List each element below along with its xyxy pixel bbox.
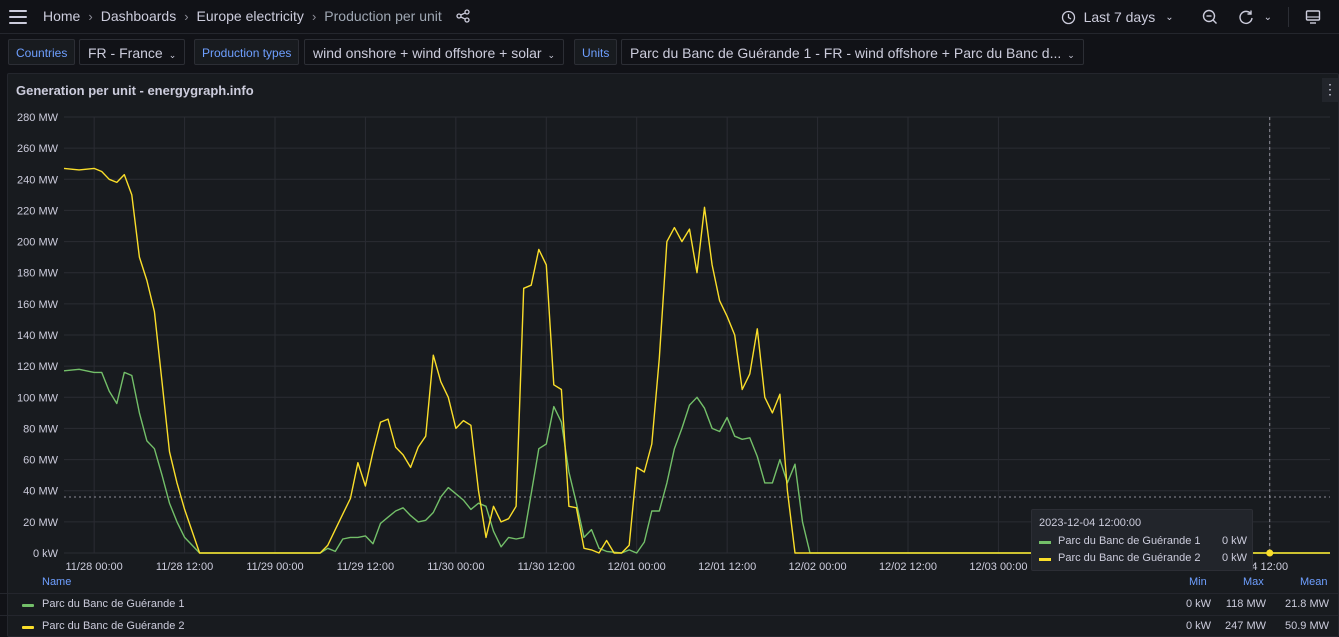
y-tick-label: 200 MW (17, 237, 59, 249)
legend-swatch (22, 604, 34, 607)
legend-name-header[interactable]: Name (42, 576, 71, 588)
legend-series-name[interactable]: Parc du Banc de Guérande 2 (42, 620, 184, 632)
hover-point (1266, 549, 1274, 557)
legend-min-value: 0 kW (1185, 598, 1211, 610)
y-tick-label: 260 MW (17, 143, 59, 155)
legend-mean-header[interactable]: Mean (1300, 576, 1328, 588)
legend-min-header[interactable]: Min (1189, 576, 1207, 588)
legend-max-value: 247 MW (1225, 620, 1266, 632)
legend-header: Name Min Max Mean (0, 570, 1339, 590)
tooltip-series-name: Parc du Banc de Guérande 1 (1058, 535, 1201, 547)
y-tick-label: 20 MW (23, 517, 58, 529)
y-tick-label: 120 MW (17, 361, 59, 373)
legend-row[interactable]: Parc du Banc de Guérande 2 0 kW 247 MW 5… (0, 615, 1339, 637)
legend-max-header[interactable]: Max (1243, 576, 1264, 588)
tooltip-series-name: Parc du Banc de Guérande 2 (1058, 552, 1201, 564)
y-tick-label: 160 MW (17, 299, 59, 311)
tooltip-series-value: 0 kW (1221, 535, 1247, 547)
y-tick-label: 80 MW (23, 423, 58, 435)
tooltip-row: Parc du Banc de Guérande 2 0 kW (1039, 552, 1247, 566)
y-tick-label: 140 MW (17, 330, 59, 342)
legend-row[interactable]: Parc du Banc de Guérande 1 0 kW 118 MW 2… (0, 593, 1339, 615)
tooltip-row: Parc du Banc de Guérande 1 0 kW (1039, 535, 1247, 549)
legend-series-name[interactable]: Parc du Banc de Guérande 1 (42, 598, 184, 610)
legend-mean-value: 50.9 MW (1284, 620, 1329, 632)
tooltip-swatch (1039, 541, 1051, 544)
legend-min-value: 0 kW (1185, 620, 1211, 632)
y-tick-label: 0 kW (33, 548, 59, 560)
tooltip-time: 2023-12-04 12:00:00 (1039, 517, 1142, 529)
tooltip-series-value: 0 kW (1221, 552, 1247, 564)
legend-max-value: 118 MW (1225, 598, 1266, 610)
y-tick-label: 180 MW (17, 268, 59, 280)
tooltip-swatch (1039, 558, 1051, 561)
legend-mean-value: 21.8 MW (1284, 598, 1329, 610)
y-tick-label: 60 MW (23, 455, 58, 467)
y-tick-label: 220 MW (17, 205, 59, 217)
legend-swatch (22, 626, 34, 629)
y-tick-label: 280 MW (17, 112, 59, 124)
y-tick-label: 240 MW (17, 174, 59, 186)
y-tick-label: 100 MW (17, 392, 59, 404)
series-line[interactable] (63, 167, 1330, 554)
y-tick-label: 40 MW (23, 486, 58, 498)
hover-tooltip: 2023-12-04 12:00:00 Parc du Banc de Guér… (1031, 509, 1253, 571)
